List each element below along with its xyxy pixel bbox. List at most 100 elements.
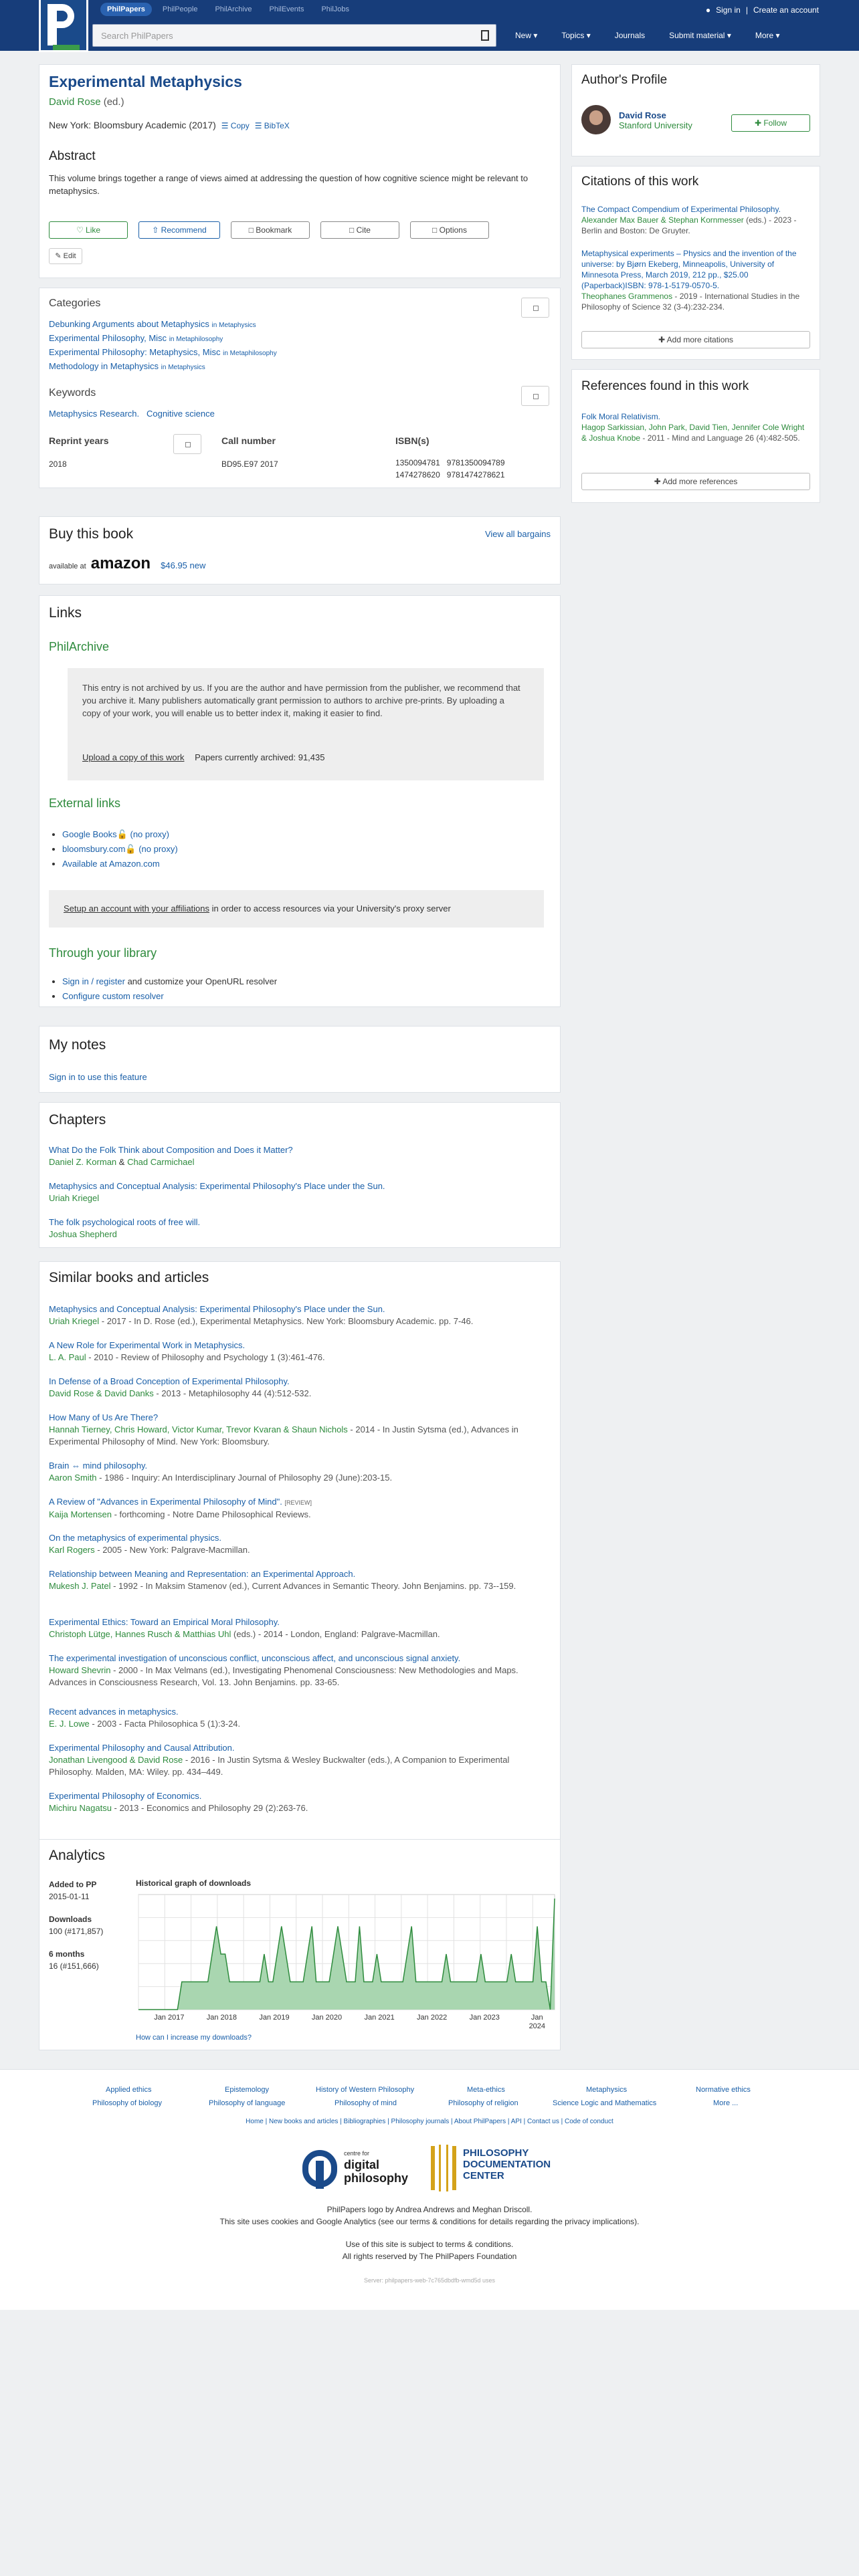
library-sign-in-link[interactable]: Sign in / register (62, 976, 125, 986)
footer-link[interactable]: Science Logic and Mathematics (553, 2099, 656, 2107)
chapter-item: What Do the Folk Think about Composition… (49, 1144, 544, 1168)
search-placeholder: Search PhilPapers (101, 31, 173, 41)
edit-reprint-button[interactable] (173, 434, 201, 454)
nav-new[interactable]: New ▾ (515, 31, 537, 40)
sign-in-link[interactable]: Sign in (716, 5, 741, 15)
proxy-setup-link[interactable]: Setup an account with your affiliations (64, 903, 209, 914)
add-citations-button[interactable]: ✚ Add more citations (581, 331, 810, 348)
options-button[interactable]: □ Options (410, 221, 489, 239)
footer-link[interactable]: Philosophy of mind (335, 2099, 397, 2107)
nav-journals[interactable]: Journals (615, 31, 645, 40)
external-links-list: Google Books🔓 (no proxy) bloomsbury.com🔓… (62, 827, 178, 871)
recommend-button[interactable]: ⇧ Recommend (138, 221, 220, 239)
tab-philpapers[interactable]: PhilPapers (100, 3, 152, 16)
footer-link[interactable]: History of Western Philosophy (316, 2086, 414, 2094)
lock-icon: 🔓 (125, 844, 136, 854)
cite-button[interactable]: □ Cite (320, 221, 399, 239)
tab-philjobs[interactable]: PhilJobs (314, 3, 356, 16)
footer-link[interactable]: Metaphysics (586, 2086, 627, 2094)
create-account-link[interactable]: Create an account (753, 5, 819, 15)
philpapers-logo[interactable] (39, 0, 88, 52)
rights-notice: All rights reserved by The PhilPapers Fo… (342, 2252, 517, 2261)
footer-link[interactable]: Applied ethics (106, 2086, 152, 2094)
footer-link[interactable]: Philosophy of religion (448, 2099, 518, 2107)
nav-topics[interactable]: Topics ▾ (561, 31, 590, 40)
category-item[interactable]: Debunking Arguments about Metaphysics in… (49, 318, 277, 332)
like-button[interactable]: ♡ Like (49, 221, 128, 239)
analytics-heading: Analytics (49, 1848, 106, 1863)
author-link[interactable]: Daniel Z. Korman (49, 1157, 116, 1167)
configure-resolver-link[interactable]: Configure custom resolver (62, 991, 164, 1001)
links-card: Links PhilArchive This entry is not arch… (39, 595, 561, 1007)
book-card: Experimental Metaphysics David Rose (ed.… (39, 64, 561, 278)
footer-link[interactable]: Meta-ethics (467, 2086, 505, 2094)
footer-link[interactable]: Philosophy of biology (92, 2099, 162, 2107)
search-icon[interactable] (481, 30, 489, 41)
external-link-amazon[interactable]: Available at Amazon.com (62, 857, 178, 871)
follow-button[interactable]: ✚ Follow (731, 114, 810, 132)
x-tick-label: 2024 (529, 2022, 545, 2030)
upload-link[interactable]: Upload a copy of this work (82, 752, 184, 762)
copy-link[interactable]: ☰ Copy (221, 121, 250, 130)
server-info: Server: philpapers-web-7c765dbdfb-wmd5d … (363, 2277, 496, 2284)
author-affiliation[interactable]: Stanford University (619, 120, 692, 130)
chapter-title[interactable]: Metaphysics and Conceptual Analysis: Exp… (49, 1180, 544, 1192)
footer-link[interactable]: Normative ethics (696, 2086, 751, 2094)
editor-link[interactable]: David Rose (49, 96, 101, 108)
keyword-link[interactable]: Metaphysics Research. (49, 409, 139, 419)
call-number-heading: Call number (221, 435, 276, 446)
category-item[interactable]: Experimental Philosophy, Misc in Metaphi… (49, 332, 277, 346)
similar-item: The experimental investigation of uncons… (49, 1653, 518, 1687)
author-link[interactable]: Chad Carmichael (127, 1157, 194, 1167)
avatar[interactable] (581, 105, 611, 134)
chapter-title[interactable]: The folk psychological roots of free wil… (49, 1216, 544, 1228)
author-name[interactable]: David Rose (619, 110, 692, 120)
pdc-logo[interactable]: PHILOSOPHY DOCUMENTATION CENTER (431, 2145, 558, 2193)
edit-keywords-button[interactable] (521, 386, 549, 406)
keyword-link[interactable]: Cognitive science (147, 409, 215, 419)
tab-philarchive[interactable]: PhilArchive (208, 3, 258, 16)
user-icon: ● (705, 5, 711, 15)
proxy-note: Setup an account with your affiliations … (49, 890, 544, 928)
footer-link[interactable]: Philosophy of language (209, 2099, 285, 2107)
external-link-bloomsbury[interactable]: bloomsbury.com🔓 (no proxy) (62, 842, 178, 857)
buy-card: Buy this book View all bargains availabl… (39, 516, 561, 584)
category-item[interactable]: Experimental Philosophy: Metaphysics, Mi… (49, 346, 277, 360)
edit-categories-button[interactable] (521, 298, 549, 318)
add-references-button[interactable]: ✚ Add more references (581, 473, 810, 490)
footer-link[interactable]: More ... (713, 2099, 738, 2107)
chapter-title[interactable]: What Do the Folk Think about Composition… (49, 1144, 544, 1156)
bookmark-button[interactable]: □ Bookmark (231, 221, 310, 239)
search-input[interactable]: Search PhilPapers (92, 24, 496, 47)
author-link[interactable]: Uriah Kriegel (49, 1193, 99, 1203)
tab-philpeople[interactable]: PhilPeople (156, 3, 205, 16)
citations-heading: Citations of this work (581, 175, 699, 189)
external-link-google[interactable]: Google Books🔓 (no proxy) (62, 827, 178, 842)
buy-heading: Buy this book (49, 526, 134, 542)
increase-downloads-link[interactable]: How can I increase my downloads? (136, 2034, 252, 2042)
notes-sign-in-link[interactable]: Sign in to use this feature (49, 1072, 147, 1082)
view-bargains-link[interactable]: View all bargains (485, 529, 551, 539)
nav-submit[interactable]: Submit material ▾ (669, 31, 731, 40)
amazon-offer[interactable]: available at amazon $46.95 new (49, 554, 205, 573)
added-date: 2015-01-11 (49, 1892, 90, 1901)
similar-item: Experimental Ethics: Toward an Empirical… (49, 1617, 440, 1639)
edit-button[interactable]: ✎ Edit (49, 248, 82, 264)
x-tick-label: Jan 2023 (470, 2014, 500, 2022)
author-link[interactable]: Joshua Shepherd (49, 1229, 117, 1239)
links-heading: Links (49, 605, 82, 621)
notes-card: My notes Sign in to use this feature (39, 1026, 561, 1093)
footer: Applied ethics Epistemology History of W… (0, 2069, 859, 2310)
archived-count: Papers currently archived: 91,435 (195, 752, 325, 762)
nav-more[interactable]: More ▾ (755, 31, 780, 40)
lock-icon: 🔓 (116, 829, 128, 839)
category-item[interactable]: Methodology in Metaphysics in Metaphysic… (49, 360, 277, 374)
digital-philosophy-logo[interactable]: centre for digital philosophy (302, 2147, 421, 2191)
chapters-card: Chapters What Do the Folk Think about Co… (39, 1102, 561, 1248)
similar-item: How Many of Us Are There? Hannah Tierney,… (49, 1412, 518, 1446)
footer-link[interactable]: Epistemology (225, 2086, 269, 2094)
price-link[interactable]: $46.95 new (161, 560, 205, 570)
similar-item: Relationship between Meaning and Represe… (49, 1569, 516, 1591)
tab-philevents[interactable]: PhilEvents (262, 3, 310, 16)
bibtex-link[interactable]: ☰ BibTeX (255, 121, 290, 130)
